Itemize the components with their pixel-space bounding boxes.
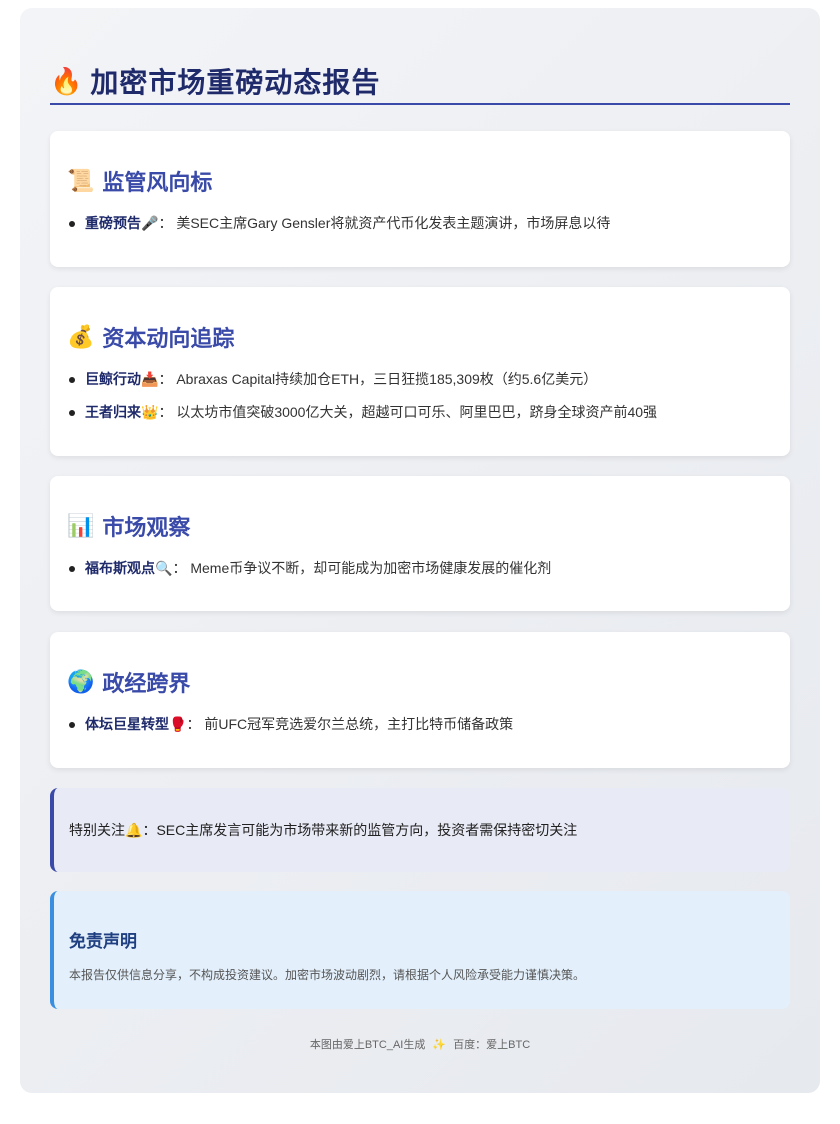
item-text: 以太坊市值突破3000亿大关，超越可口可乐、阿里巴巴，跻身全球资产前40强 [176,404,658,420]
list-item: 巨鲸行动📥： Abraxas Capital持续加仓ETH，三日狂揽185,30… [67,363,773,396]
disclaimer-title: 免责声明 [69,932,137,951]
list-item: 王者归来👑： 以太坊市值突破3000亿大关，超越可口可乐、阿里巴巴，跻身全球资产… [67,396,773,429]
report-container: 🔥 加密市场重磅动态报告 📜 监管风向标 重磅预告🎤： 美SEC主席Gary G… [20,8,820,1093]
notice-text: SEC主席发言可能为市场带来新的监管方向，投资者需保持密切关注 [156,822,578,838]
section-politics: 🌍 政经跨界 体坛巨星转型🥊： 前UFC冠军竞选爱尔兰总统，主打比特币储备政策 [50,632,790,768]
report-header: 🔥 加密市场重磅动态报告 [50,58,790,105]
section-title: 监管风向标 [102,170,213,195]
bar-chart-icon: 📊 [67,513,95,538]
globe-icon: 🌍 [67,669,95,694]
item-label: 王者归来 [85,404,141,420]
item-label: 重磅预告 [85,215,141,231]
item-text: Meme币争议不断，却可能成为加密市场健康发展的催化剂 [190,560,552,576]
page-title: 加密市场重磅动态报告 [90,66,381,98]
section-heading: 📊 市场观察 [67,510,773,542]
inbox-icon: 📥 [141,371,159,387]
magnifier-icon: 🔍 [155,560,173,576]
microphone-icon: 🎤 [141,215,159,231]
item-list: 福布斯观点🔍： Meme币争议不断，却可能成为加密市场健康发展的催化剂 [67,552,773,585]
section-title: 资本动向追踪 [102,326,235,351]
disclaimer-box: 免责声明 本报告仅供信息分享，不构成投资建议。加密市场波动剧烈，请根据个人风险承… [50,891,790,1009]
disclaimer-text: 本报告仅供信息分享，不构成投资建议。加密市场波动剧烈，请根据个人风险承受能力谨慎… [69,968,586,982]
special-notice: 特别关注 🔔： SEC主席发言可能为市场带来新的监管方向，投资者需保持密切关注 [50,788,790,872]
item-label: 巨鲸行动 [85,371,141,387]
footer-baidu: 百度：爱上BTC [453,1039,531,1051]
list-item: 福布斯观点🔍： Meme币争议不断，却可能成为加密市场健康发展的催化剂 [67,552,773,585]
item-list: 体坛巨星转型🥊： 前UFC冠军竞选爱尔兰总统，主打比特币储备政策 [67,708,773,741]
section-title: 政经跨界 [102,671,191,696]
scroll-icon: 📜 [67,168,95,193]
section-title: 市场观察 [102,515,191,540]
section-heading: 📜 监管风向标 [67,165,773,197]
list-item: 重磅预告🎤： 美SEC主席Gary Gensler将就资产代币化发表主题演讲，市… [67,207,773,240]
crown-icon: 👑 [141,404,159,420]
item-text: Abraxas Capital持续加仓ETH，三日狂揽185,309枚（约5.6… [176,371,598,387]
section-regulation: 📜 监管风向标 重磅预告🎤： 美SEC主席Gary Gensler将就资产代币化… [50,131,790,267]
boxing-glove-icon: 🥊 [169,716,187,732]
notice-label: 特别关注 [69,822,125,838]
section-market: 📊 市场观察 福布斯观点🔍： Meme币争议不断，却可能成为加密市场健康发展的催… [50,476,790,611]
money-bag-icon: 💰 [67,324,95,349]
item-label: 体坛巨星转型 [85,716,169,732]
sparkle-icon: ✨ [432,1039,447,1051]
list-item: 体坛巨星转型🥊： 前UFC冠军竞选爱尔兰总统，主打比特币储备政策 [67,708,773,741]
item-label: 福布斯观点 [85,560,155,576]
section-heading: 💰 资本动向追踪 [67,321,773,353]
item-text: 前UFC冠军竞选爱尔兰总统，主打比特币储备政策 [204,716,514,732]
item-list: 巨鲸行动📥： Abraxas Capital持续加仓ETH，三日狂揽185,30… [67,363,773,429]
footer: 本图由爱上BTC_AI生成 ✨ 百度：爱上BTC [20,1036,820,1052]
item-list: 重磅预告🎤： 美SEC主席Gary Gensler将就资产代币化发表主题演讲，市… [67,207,773,240]
item-text: 美SEC主席Gary Gensler将就资产代币化发表主题演讲，市场屏息以待 [176,215,611,231]
section-capital: 💰 资本动向追踪 巨鲸行动📥： Abraxas Capital持续加仓ETH，三… [50,287,790,456]
footer-generated: 本图由爱上BTC_AI生成 [309,1039,426,1051]
bell-icon: 🔔 [125,821,143,838]
fire-icon: 🔥 [50,65,83,96]
section-heading: 🌍 政经跨界 [67,666,773,698]
